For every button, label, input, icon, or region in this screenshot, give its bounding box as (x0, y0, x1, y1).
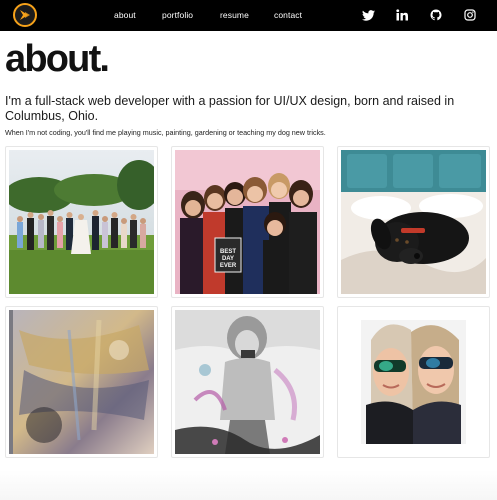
page-title: about. (5, 38, 110, 80)
navbar: about portfolio resume contact (0, 0, 497, 31)
nav-link-contact[interactable]: contact (274, 10, 302, 20)
instagram-icon[interactable] (463, 8, 477, 22)
nav-links: about portfolio resume contact (0, 0, 497, 31)
intro-paragraph: I'm a full-stack web developer with a pa… (5, 94, 455, 123)
twitter-icon[interactable] (361, 8, 375, 22)
svg-text:DAY: DAY (222, 256, 234, 262)
page-footer-area (0, 470, 497, 500)
linkedin-icon[interactable] (395, 8, 409, 22)
hobbies-paragraph: When I'm not coding, you'll find me play… (5, 128, 326, 137)
nav-link-portfolio[interactable]: portfolio (162, 10, 193, 20)
github-icon[interactable] (429, 8, 443, 22)
painting-of-woman-photo (171, 306, 324, 458)
wedding-party-photo (5, 146, 158, 298)
nav-link-about[interactable]: about (114, 10, 136, 20)
svg-text:BEST: BEST (220, 249, 236, 255)
abstract-painting-photo (5, 306, 158, 458)
svg-text:EVER: EVER (220, 263, 237, 269)
group-of-friends-photo: BEST DAY EVER (171, 146, 324, 298)
nav-link-resume[interactable]: resume (220, 10, 249, 20)
black-dog-on-bed-photo (337, 146, 490, 298)
selfie-with-sunglasses-photo (337, 306, 490, 458)
